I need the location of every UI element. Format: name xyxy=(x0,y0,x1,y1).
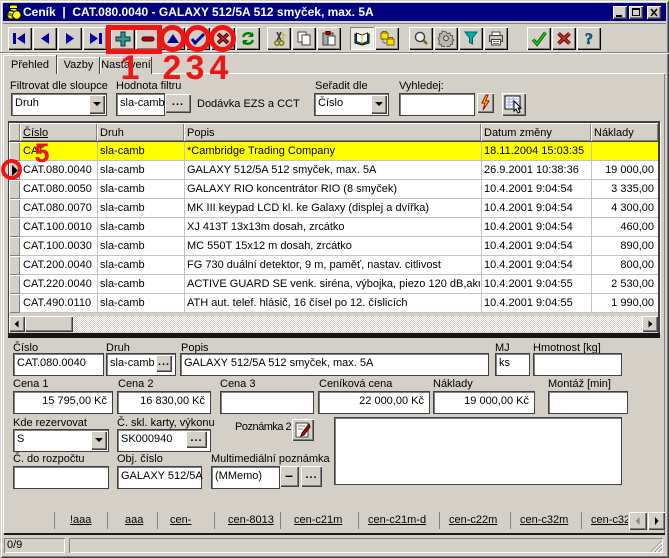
svg-text:?: ? xyxy=(585,31,593,47)
